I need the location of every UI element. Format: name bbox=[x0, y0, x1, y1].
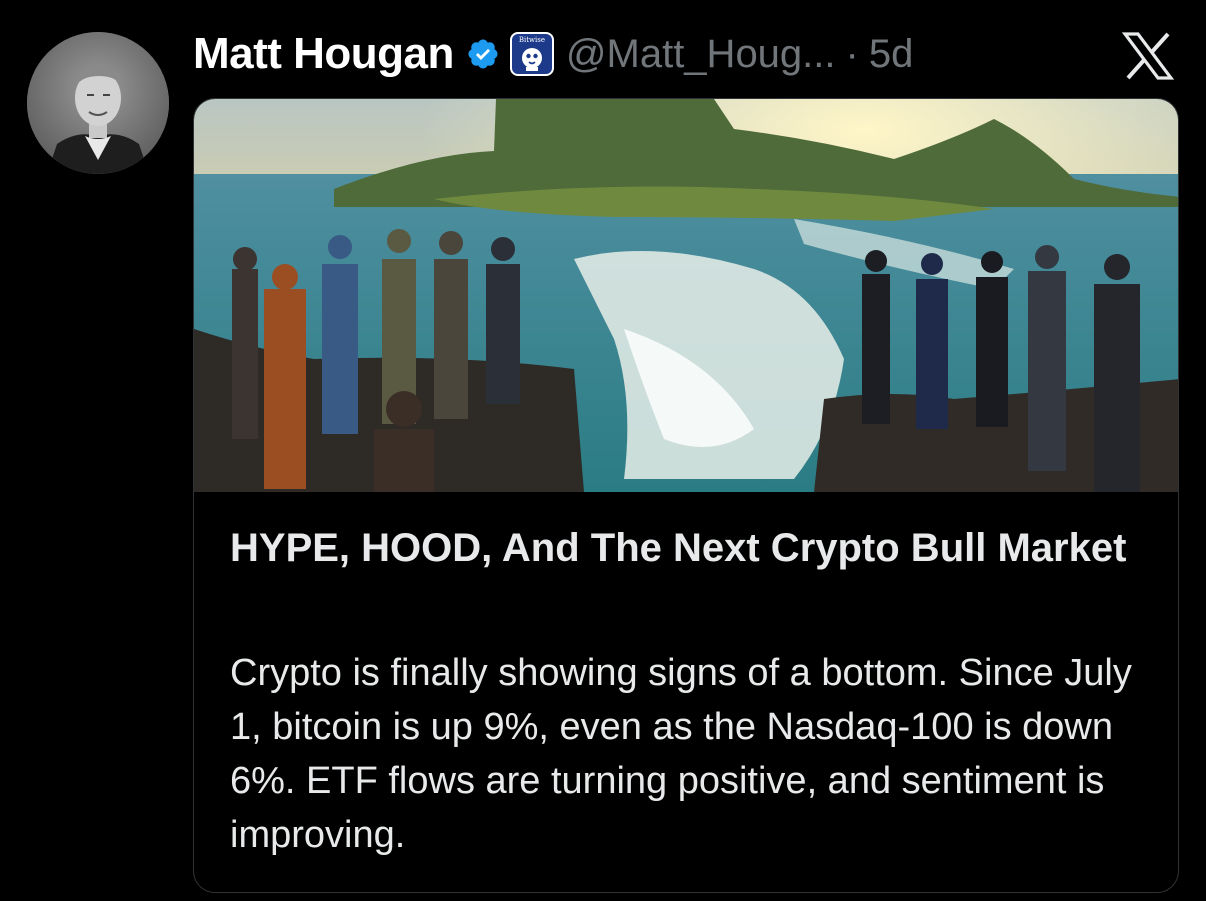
author-handle[interactable]: @Matt_Houg... bbox=[566, 32, 836, 77]
bitwise-logo-icon[interactable]: Bitwise bbox=[509, 32, 554, 76]
post-timestamp[interactable]: 5d bbox=[869, 32, 914, 77]
avatar[interactable] bbox=[27, 32, 169, 174]
separator-dot: · bbox=[845, 31, 859, 76]
link-card-image[interactable] bbox=[194, 99, 1179, 492]
verified-badge-icon[interactable] bbox=[466, 37, 500, 71]
link-card-description: Crypto is finally showing signs of a bot… bbox=[230, 652, 1132, 856]
post-header: Matt Hougan Bitwise @Matt_Houg... · 5d bbox=[193, 24, 913, 84]
author-name[interactable]: Matt Hougan bbox=[193, 29, 454, 79]
affiliate-badge-text: Bitwise bbox=[518, 36, 545, 44]
x-logo-icon[interactable] bbox=[1121, 32, 1175, 80]
link-card[interactable]: HYPE, HOOD, And The Next Crypto Bull Mar… bbox=[193, 98, 1179, 893]
link-card-title[interactable]: HYPE, HOOD, And The Next Crypto Bull Mar… bbox=[230, 523, 1150, 573]
